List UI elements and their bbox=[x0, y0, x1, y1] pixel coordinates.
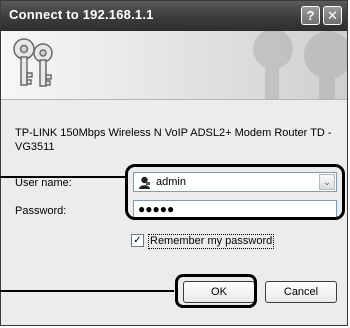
device-description: TP-LINK 150Mbps Wireless N VoIP ADSL2+ M… bbox=[15, 127, 332, 153]
ok-highlight bbox=[175, 274, 257, 308]
close-button[interactable]: ✕ bbox=[323, 6, 342, 25]
callout-line-credentials bbox=[0, 176, 126, 178]
help-button[interactable]: ? bbox=[301, 6, 320, 25]
keys-icon bbox=[13, 38, 53, 87]
banner bbox=[1, 31, 347, 100]
remember-password-label[interactable]: Remember my password bbox=[148, 234, 275, 249]
username-label: User name: bbox=[15, 177, 72, 189]
password-label: Password: bbox=[15, 205, 67, 217]
title-bar[interactable]: Connect to 192.168.1.1 ? ✕ bbox=[1, 1, 347, 31]
decorative-keys-icon bbox=[253, 31, 347, 99]
checkbox-check-icon[interactable]: ✓ bbox=[131, 234, 144, 247]
credentials-highlight bbox=[125, 164, 345, 220]
window-title: Connect to 192.168.1.1 bbox=[9, 7, 154, 22]
login-dialog: Connect to 192.168.1.1 ? ✕ TP-LINK 150Mb… bbox=[0, 0, 348, 326]
callout-line-ok bbox=[0, 290, 174, 292]
cancel-button[interactable]: Cancel bbox=[265, 281, 337, 303]
